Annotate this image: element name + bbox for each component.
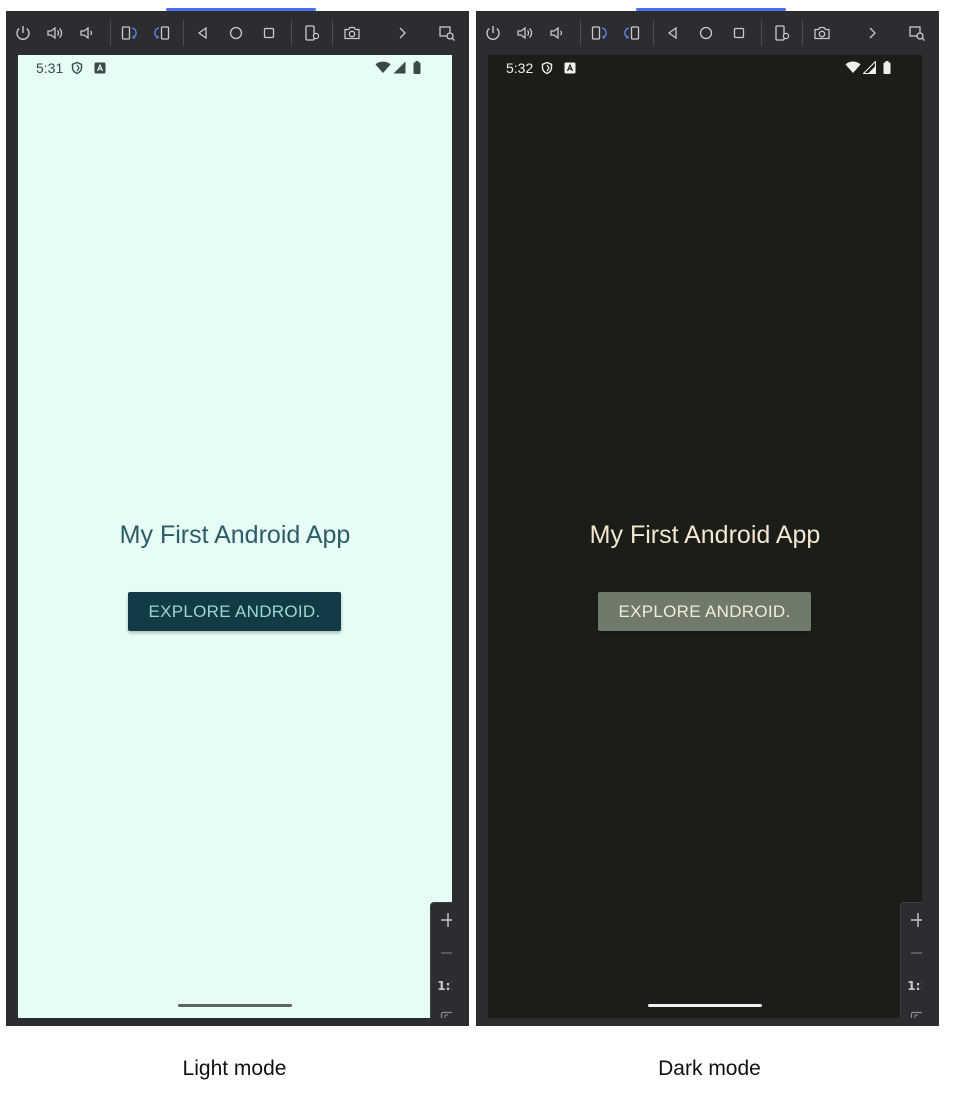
zoom-search-icon[interactable] bbox=[906, 22, 928, 44]
cellular-signal-icon bbox=[393, 61, 406, 77]
zoom-in-icon[interactable] bbox=[901, 905, 922, 935]
status-bar: 5:31 bbox=[18, 55, 452, 81]
rotate-right-icon[interactable] bbox=[621, 22, 643, 44]
toolbar-separator bbox=[332, 20, 333, 46]
status-time: 5:31 bbox=[36, 60, 64, 76]
toolbar-separator bbox=[110, 20, 111, 46]
toolbar-separator bbox=[580, 20, 581, 46]
camera-icon[interactable] bbox=[811, 22, 833, 44]
more-chevron-icon[interactable] bbox=[861, 22, 883, 44]
emulator-toolbar bbox=[6, 11, 469, 55]
zoom-ratio-button[interactable]: 1:1 bbox=[901, 971, 922, 1001]
rotate-left-icon[interactable] bbox=[588, 22, 610, 44]
caption-dark-mode: Dark mode bbox=[658, 1057, 761, 1080]
toolbar-separator bbox=[291, 20, 292, 46]
zoom-out-icon[interactable] bbox=[431, 938, 452, 968]
zoom-search-icon[interactable] bbox=[436, 22, 458, 44]
camera-icon[interactable] bbox=[341, 22, 363, 44]
explore-android-button[interactable]: EXPLORE ANDROID. bbox=[128, 592, 341, 631]
volume-down-icon[interactable] bbox=[76, 22, 98, 44]
power-icon[interactable] bbox=[482, 22, 504, 44]
zoom-ratio-button[interactable]: 1:1 bbox=[431, 971, 452, 1001]
volume-up-icon[interactable] bbox=[514, 22, 536, 44]
wifi-icon bbox=[375, 61, 391, 77]
home-icon[interactable] bbox=[225, 22, 247, 44]
fit-screen-icon[interactable] bbox=[901, 1003, 922, 1018]
home-indicator[interactable] bbox=[178, 1004, 292, 1007]
toolbar-separator bbox=[183, 20, 184, 46]
explore-android-button[interactable]: EXPLORE ANDROID. bbox=[598, 592, 811, 631]
toolbar-separator bbox=[802, 20, 803, 46]
volume-up-icon[interactable] bbox=[44, 22, 66, 44]
cellular-signal-icon bbox=[862, 60, 877, 77]
rotate-right-icon[interactable] bbox=[151, 22, 173, 44]
zoom-in-icon[interactable] bbox=[431, 905, 452, 935]
emulator-toolbar bbox=[476, 11, 939, 55]
back-icon[interactable] bbox=[192, 22, 214, 44]
app-title: My First Android App bbox=[589, 521, 821, 549]
toolbar-separator bbox=[761, 20, 762, 46]
device-settings-icon[interactable] bbox=[301, 22, 323, 44]
device-settings-icon[interactable] bbox=[771, 22, 793, 44]
zoom-controls: 1:1 bbox=[900, 902, 922, 1018]
notification-a-icon bbox=[564, 61, 576, 77]
caption-light-mode: Light mode bbox=[182, 1057, 287, 1080]
back-icon[interactable] bbox=[662, 22, 684, 44]
shield-icon bbox=[70, 61, 84, 78]
zoom-out-icon[interactable] bbox=[901, 938, 922, 968]
fit-screen-icon[interactable] bbox=[431, 1003, 452, 1018]
emulator-panel-dark: 5:32 My First Android App EXPLORE ANDROI… bbox=[476, 8, 939, 1026]
more-chevron-icon[interactable] bbox=[391, 22, 413, 44]
zoom-controls: 1:1 bbox=[430, 902, 452, 1018]
volume-down-icon[interactable] bbox=[546, 22, 568, 44]
device-screen[interactable]: 5:31 My First Android App EXPLORE ANDROI… bbox=[18, 55, 452, 1018]
home-icon[interactable] bbox=[695, 22, 717, 44]
overview-icon[interactable] bbox=[728, 22, 750, 44]
notification-a-icon bbox=[94, 61, 106, 77]
power-icon[interactable] bbox=[12, 22, 34, 44]
battery-icon bbox=[883, 61, 891, 77]
battery-icon bbox=[413, 61, 421, 77]
device-screen[interactable]: 5:32 My First Android App EXPLORE ANDROI… bbox=[488, 55, 922, 1018]
overview-icon[interactable] bbox=[258, 22, 280, 44]
home-indicator[interactable] bbox=[648, 1004, 762, 1007]
wifi-icon bbox=[845, 61, 861, 77]
toolbar-separator bbox=[653, 20, 654, 46]
shield-icon bbox=[540, 61, 554, 78]
rotate-left-icon[interactable] bbox=[118, 22, 140, 44]
status-time: 5:32 bbox=[506, 60, 534, 76]
status-bar: 5:32 bbox=[488, 55, 922, 81]
emulator-panel-light: 5:31 My First Android App EXPLORE ANDROI… bbox=[6, 8, 469, 1026]
app-title: My First Android App bbox=[119, 521, 351, 549]
